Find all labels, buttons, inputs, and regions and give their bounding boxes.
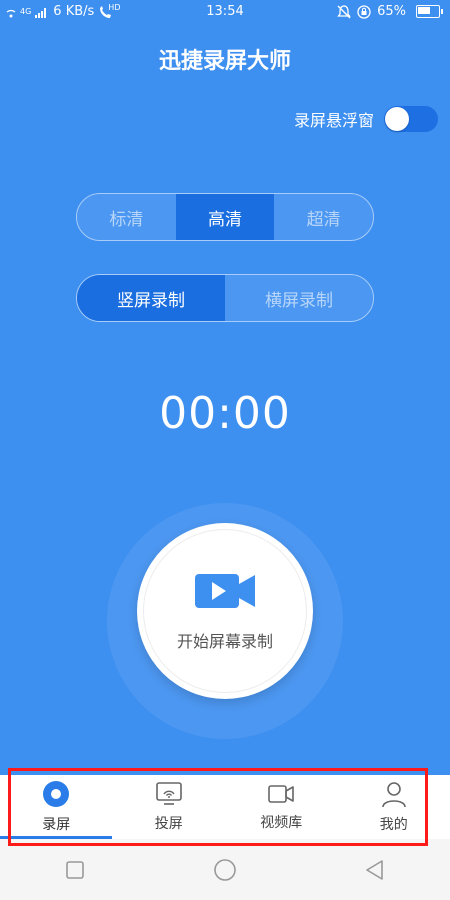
system-nav-bar (0, 839, 450, 900)
quality-selector: 标清 高清 超清 (76, 193, 374, 241)
quality-option-sd[interactable]: 标清 (77, 194, 176, 240)
nav-label-video-library: 视频库 (260, 815, 303, 831)
quality-option-fhd[interactable]: 超清 (274, 194, 373, 240)
page-title: 迅捷录屏大师 (158, 49, 291, 74)
battery-level-fill (418, 7, 430, 14)
nav-label-profile: 我的 (379, 817, 408, 833)
nav-label-cast: 投屏 (154, 816, 183, 832)
nav-item-cast[interactable]: 投屏 (113, 775, 226, 839)
quality-option-hd[interactable]: 高清 (175, 194, 275, 240)
app-screen: 4G 6 KB/s HD 13:54 65% 迅捷录屏大师 录屏悬浮窗 标清 高… (0, 0, 450, 900)
home-button[interactable] (213, 858, 237, 882)
nav-item-record[interactable]: 录屏 (0, 775, 113, 839)
recording-timer: 00:00 (159, 388, 291, 439)
recents-button[interactable] (63, 858, 87, 882)
nav-label-record: 录屏 (42, 817, 71, 833)
record-button-ring (143, 529, 307, 693)
bell-muted-icon (337, 4, 351, 18)
bottom-nav: 录屏 投屏 视频库 我的 (0, 775, 450, 839)
cast-icon (155, 782, 182, 805)
circle-icon (214, 858, 236, 881)
start-recording-button[interactable]: 开始屏幕录制 (137, 523, 313, 699)
orientation-selector: 竖屏录制 横屏录制 (76, 274, 374, 322)
record-icon (43, 781, 70, 807)
lock-rotation-icon (357, 4, 371, 19)
back-button[interactable] (363, 858, 387, 882)
video-library-icon (268, 785, 295, 803)
orientation-option-portrait[interactable]: 竖屏录制 (77, 275, 225, 321)
floating-window-row: 录屏悬浮窗 (294, 106, 438, 132)
status-bar: 4G 6 KB/s HD 13:54 65% (0, 0, 450, 24)
battery-icon (416, 5, 443, 18)
orientation-option-landscape[interactable]: 横屏录制 (225, 275, 373, 321)
floating-window-label: 录屏悬浮窗 (293, 111, 374, 130)
status-right: 65% (337, 4, 443, 19)
battery-percent: 65% (377, 4, 406, 19)
toggle-knob (385, 107, 409, 131)
nav-item-profile[interactable]: 我的 (338, 775, 450, 839)
floating-window-toggle[interactable] (384, 106, 438, 132)
nav-item-video-library[interactable]: 视频库 (225, 775, 338, 839)
triangle-back-icon (366, 859, 383, 880)
square-icon (66, 860, 84, 879)
profile-icon (381, 782, 406, 808)
